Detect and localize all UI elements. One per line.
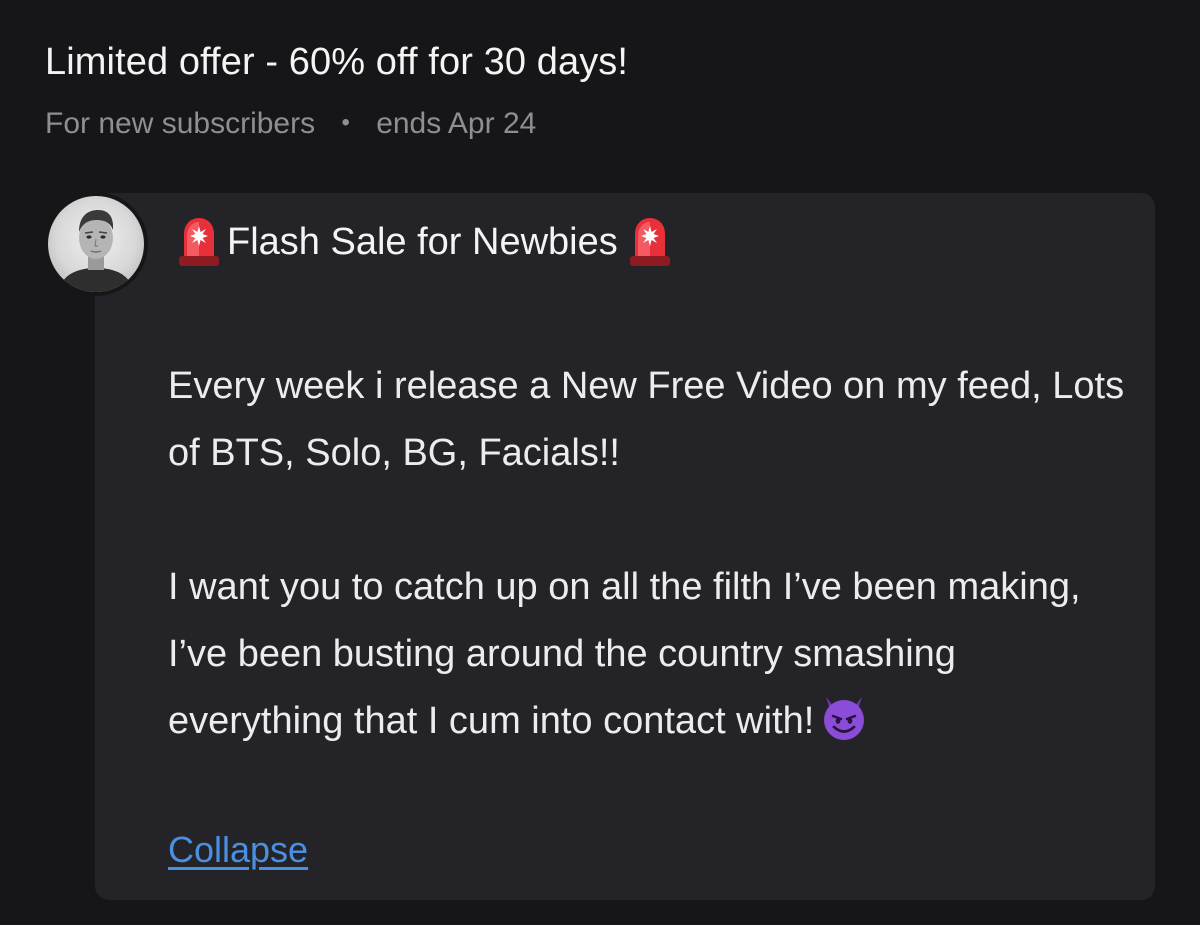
message-title: Flash Sale for Newbies <box>175 212 674 272</box>
police-light-icon <box>629 218 670 266</box>
offer-title: Limited offer - 60% off for 30 days! <box>45 41 629 83</box>
message-paragraph: Every week i release a New Free Video on… <box>168 365 1125 474</box>
avatar[interactable] <box>44 192 148 296</box>
avatar-photo <box>48 196 144 292</box>
message-body: Every week i release a New Free Video on… <box>168 353 1128 755</box>
message-title-text: Flash Sale for Newbies <box>227 221 618 263</box>
offer-meta: For new subscribers • ends Apr 24 <box>45 106 1145 144</box>
offer-audience: For new subscribers <box>45 107 316 140</box>
offer-expiry: ends Apr 24 <box>376 107 537 140</box>
message-paragraph-text: I want you to catch up on all the filth … <box>168 566 1081 742</box>
message-paragraph-2: I want you to catch up on all the filth … <box>168 554 1128 755</box>
person-photo-icon <box>58 210 134 292</box>
police-light-icon <box>179 218 219 266</box>
collapse-link[interactable]: Collapse <box>168 826 308 874</box>
offer-header: Limited offer - 60% off for 30 days! For… <box>45 38 1145 144</box>
meta-separator: • <box>341 109 350 136</box>
smiling-devil-icon <box>824 697 865 740</box>
